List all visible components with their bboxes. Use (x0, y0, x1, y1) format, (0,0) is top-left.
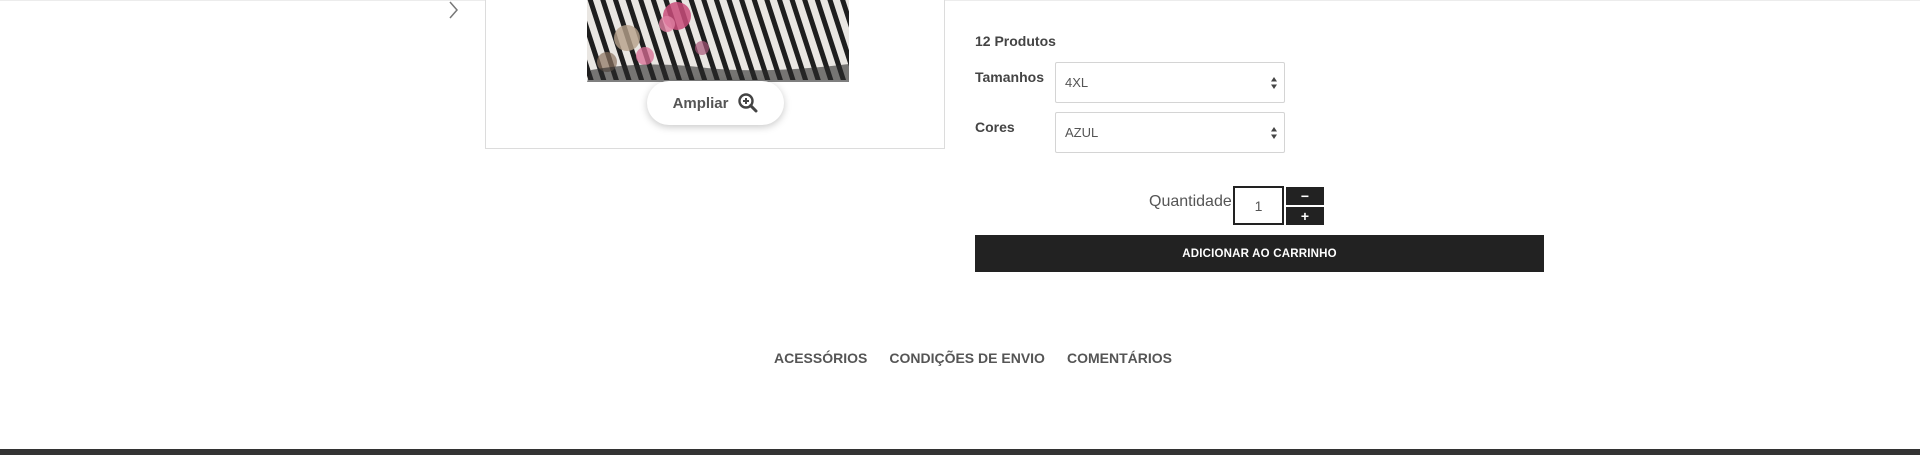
quantity-input[interactable]: 1 (1233, 186, 1284, 225)
product-photo[interactable] (587, 0, 849, 82)
tab-accessories[interactable]: ACESSÓRIOS (774, 350, 867, 366)
footer-bar (0, 449, 1920, 455)
color-select[interactable]: AZUL (1055, 112, 1285, 153)
sort-arrows-icon (1271, 127, 1277, 139)
top-divider (0, 0, 1920, 1)
zoom-button-label: Ampliar (672, 94, 729, 112)
zoom-in-icon (738, 93, 758, 113)
add-to-cart-button[interactable]: ADICIONAR AO CARRINHO (975, 235, 1544, 272)
product-image-frame: Ampliar (485, 0, 945, 149)
quantity-decrement-button[interactable]: − (1286, 187, 1324, 205)
quantity-increment-button[interactable]: + (1286, 207, 1324, 225)
sort-arrows-icon (1271, 77, 1277, 89)
quantity-label: Quantidade (1149, 193, 1232, 210)
tab-shipping-conditions[interactable]: CONDIÇÕES DE ENVIO (889, 350, 1045, 366)
color-label: Cores (975, 119, 1015, 135)
product-count: 12 Produtos (975, 33, 1056, 49)
gallery-next-button[interactable] (442, 0, 464, 22)
tab-comments[interactable]: COMENTÁRIOS (1067, 350, 1172, 366)
color-select-value: AZUL (1065, 125, 1099, 140)
size-label: Tamanhos (975, 69, 1044, 85)
size-select[interactable]: 4XL (1055, 62, 1285, 103)
product-tabs: ACESSÓRIOS CONDIÇÕES DE ENVIO COMENTÁRIO… (774, 350, 1172, 366)
size-select-value: 4XL (1065, 75, 1089, 90)
zoom-button[interactable]: Ampliar (647, 81, 784, 125)
chevron-right-icon (449, 1, 458, 19)
